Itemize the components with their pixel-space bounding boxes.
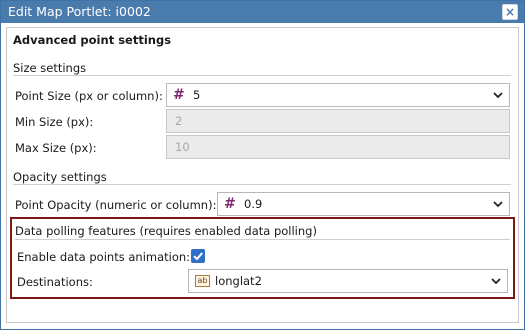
destinations-value: longlat2 bbox=[215, 274, 262, 288]
max-size-input: 10 bbox=[166, 135, 510, 159]
point-size-select[interactable]: # 5 bbox=[166, 83, 510, 107]
close-button[interactable]: × bbox=[502, 4, 518, 20]
data-polling-section: Data polling features (requires enabled … bbox=[10, 217, 515, 299]
section-divider bbox=[15, 239, 510, 240]
min-size-value: 2 bbox=[175, 114, 183, 128]
titlebar[interactable]: Edit Map Portlet: i0002 × bbox=[1, 1, 524, 23]
max-size-label: Max Size (px): bbox=[15, 141, 97, 155]
point-opacity-value: 0.9 bbox=[244, 197, 263, 211]
hash-icon: # bbox=[224, 196, 236, 212]
point-opacity-select[interactable]: # 0.9 bbox=[217, 192, 510, 216]
chevron-down-icon bbox=[491, 278, 501, 285]
section-divider bbox=[13, 184, 511, 185]
destinations-label: Destinations: bbox=[17, 275, 93, 289]
animation-label: Enable data points animation: bbox=[17, 250, 191, 264]
min-size-label: Min Size (px): bbox=[15, 115, 94, 129]
chevron-down-icon bbox=[493, 201, 503, 208]
hash-icon: # bbox=[173, 87, 185, 103]
point-size-label: Point Size (px or column): bbox=[15, 89, 163, 103]
point-size-value: 5 bbox=[193, 88, 201, 102]
max-size-value: 10 bbox=[175, 140, 190, 154]
section-divider bbox=[13, 75, 511, 76]
data-polling-title: Data polling features (requires enabled … bbox=[15, 224, 317, 238]
point-opacity-label: Point Opacity (numeric or column): bbox=[15, 198, 217, 212]
size-settings-title: Size settings bbox=[13, 61, 87, 75]
settings-panel: Advanced point settings Size settings Po… bbox=[6, 27, 519, 323]
edit-map-portlet-dialog: Edit Map Portlet: i0002 × Advanced point… bbox=[0, 0, 525, 330]
window-title: Edit Map Portlet: i0002 bbox=[8, 4, 151, 19]
animation-checkbox[interactable] bbox=[191, 249, 205, 263]
check-icon bbox=[193, 252, 203, 261]
destinations-select[interactable]: ab longlat2 bbox=[188, 269, 508, 293]
min-size-input: 2 bbox=[166, 109, 510, 133]
opacity-settings-title: Opacity settings bbox=[13, 170, 107, 184]
text-column-icon: ab bbox=[195, 275, 210, 287]
chevron-down-icon bbox=[493, 92, 503, 99]
page-title: Advanced point settings bbox=[13, 33, 172, 47]
